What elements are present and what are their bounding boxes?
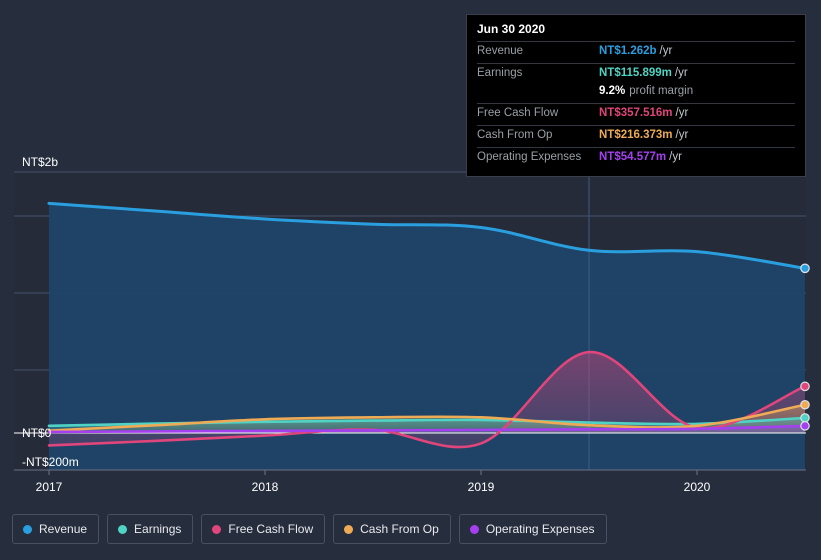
- x-axis-tick-label: 2020: [683, 480, 711, 494]
- legend-color-dot-icon: [23, 524, 32, 534]
- tooltip-row: Operating Expenses NT$54.577m/yr: [477, 147, 795, 169]
- legend-color-dot-icon: [344, 524, 354, 534]
- tooltip-row-unit: /yr: [674, 67, 688, 79]
- legend-item-operating-expenses[interactable]: Operating Expenses: [458, 514, 607, 544]
- tooltip-row-value-group: 9.2% profit margin: [599, 85, 693, 97]
- y-axis-label-top: NT$2b: [22, 155, 59, 169]
- tooltip-row-unit: /yr: [659, 45, 673, 57]
- tooltip-row-label: Revenue: [477, 45, 524, 57]
- tooltip-row-value-group: NT$1.262b/yr: [599, 45, 672, 57]
- tooltip-row-unit: /yr: [675, 129, 689, 141]
- legend-color-dot-icon: [118, 524, 128, 534]
- chart-page: NT$2b NT$0 -NT$200m 2017 2018 2019 2020 Jun…: [0, 0, 821, 560]
- legend-item-label: Earnings: [134, 522, 182, 536]
- legend-item-label: Operating Expenses: [485, 522, 595, 536]
- y-axis-label-bottom: -NT$200m: [22, 455, 79, 469]
- endpoint-marker-free-cash-flow[interactable]: [800, 381, 810, 392]
- chart-legend[interactable]: Revenue Earnings Free Cash Flow Cash From O…: [12, 514, 607, 544]
- tooltip-row-value-group: NT$216.373m/yr: [599, 129, 688, 141]
- y-axis-label-zero: NT$0: [22, 426, 52, 440]
- tooltip-row-value: NT$115.899m: [599, 67, 672, 79]
- tooltip-row: Revenue NT$1.262b/yr: [477, 41, 795, 63]
- legend-item-cash-from-op[interactable]: Cash From Op: [333, 514, 451, 544]
- tooltip-row-value: NT$357.516m: [599, 107, 673, 119]
- tooltip-row-label: Free Cash Flow: [477, 107, 559, 119]
- endpoint-marker-cash-from-op[interactable]: [800, 399, 810, 410]
- tooltip-row-value: NT$216.373m: [599, 129, 673, 141]
- tooltip-row-label: Operating Expenses: [477, 151, 582, 163]
- tooltip-row-value: 9.2%: [599, 85, 626, 97]
- tooltip-row-unit: /yr: [669, 151, 682, 163]
- legend-color-dot-icon: [212, 524, 222, 534]
- legend-color-dot-icon: [469, 524, 479, 534]
- legend-item-revenue[interactable]: Revenue: [12, 514, 100, 544]
- legend-item-free-cash-flow[interactable]: Free Cash Flow: [201, 514, 326, 544]
- x-axis-tick-label: 2019: [467, 480, 495, 494]
- legend-item-label: Revenue: [39, 522, 88, 536]
- tooltip-date-title: Jun 30 2020: [477, 22, 546, 36]
- tooltip-row-label: Earnings: [477, 67, 523, 79]
- x-axis-tick-label: 2017: [35, 480, 63, 494]
- chart-tooltip: Jun 30 2020 Revenue NT$1.262b/yr Earnings N…: [466, 14, 806, 177]
- legend-item-label: Cash From Op: [360, 522, 439, 536]
- tooltip-row-value-group: NT$54.577m/yr: [599, 151, 682, 163]
- tooltip-rows: Revenue NT$1.262b/yr Earnings NT$115.899m/y…: [477, 41, 795, 169]
- tooltip-row-value-group: NT$115.899m/yr: [599, 67, 688, 79]
- tooltip-row-unit: /yr: [675, 107, 689, 119]
- tooltip-row: Earnings NT$115.899m/yr: [477, 63, 795, 85]
- endpoint-marker-revenue[interactable]: [800, 263, 810, 274]
- tooltip-row-note: profit margin: [629, 85, 694, 97]
- tooltip-row-value: NT$54.577m: [599, 151, 667, 163]
- legend-item-earnings[interactable]: Earnings: [107, 514, 194, 544]
- x-axis-tick-label: 2018: [251, 480, 279, 494]
- legend-item-label: Free Cash Flow: [228, 522, 314, 536]
- endpoint-marker-earnings[interactable]: [800, 413, 810, 423]
- tooltip-row: 9.2% profit margin: [477, 85, 795, 103]
- tooltip-row: Free Cash Flow NT$357.516m/yr: [477, 103, 795, 125]
- tooltip-row-value: NT$1.262b: [599, 45, 657, 57]
- tooltip-row: Cash From Op NT$216.373m/yr: [477, 125, 795, 147]
- tooltip-row-label: Cash From Op: [477, 129, 553, 141]
- endpoint-marker-operating-expenses[interactable]: [800, 421, 810, 431]
- tooltip-row-value-group: NT$357.516m/yr: [599, 107, 688, 119]
